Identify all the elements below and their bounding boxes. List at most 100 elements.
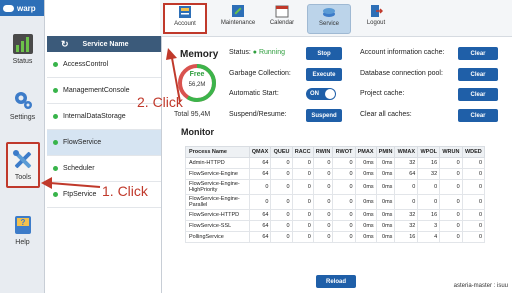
metric-cell: 0ms <box>354 209 377 221</box>
account-cache-label: Account information cache: <box>360 49 445 56</box>
sidebar-item-settings[interactable]: Settings <box>0 80 45 130</box>
table-row: FlowService-HTTPD 64 0 0 0 0 0ms 0ms 32 16 0 0 <box>185 209 486 221</box>
service-item-label: ManagementConsole <box>63 87 130 94</box>
execute-gc-button[interactable]: Execute <box>306 68 342 81</box>
metric-cell: 0 <box>461 179 486 195</box>
metric-cell: 0 <box>270 220 293 232</box>
sidebar-item-help[interactable]: ? Help <box>0 205 45 255</box>
toolbar-label: Logout <box>366 20 386 26</box>
tools-wrench-icon <box>13 150 32 169</box>
service-item-label: AccessControl <box>63 61 109 68</box>
metric-cell: 64 <box>248 209 272 221</box>
monitor-header-row: Process Name QMAX QUEU RACC RWIN RWOT PMAX PMIN… <box>185 146 486 158</box>
reload-button[interactable]: Reload <box>316 275 356 288</box>
metric-cell: 0 <box>270 179 293 195</box>
suspend-button[interactable]: Suspend <box>306 109 342 122</box>
metric-cell: 0ms <box>375 209 396 221</box>
toolbar-calendar-button[interactable]: Calendar <box>260 4 304 34</box>
metric-cell: 0 <box>270 209 293 221</box>
toolbar-service-button[interactable]: Service <box>307 4 351 34</box>
metric-cell: 0ms <box>375 220 396 232</box>
annotation-click2: 2. Click <box>137 94 183 110</box>
stop-button[interactable]: Stop <box>306 47 342 60</box>
metric-cell: 64 <box>248 157 272 169</box>
metric-cell: 0 <box>312 179 334 195</box>
metric-cell: 0ms <box>375 231 396 243</box>
service-item-label: InternalDataStorage <box>63 113 126 120</box>
metric-cell: 0 <box>332 231 356 243</box>
monitor-column-header: WPOL <box>417 146 441 158</box>
monitor-column-header: Process Name <box>185 146 250 158</box>
metric-cell: 0 <box>394 179 419 195</box>
service-item-accesscontrol[interactable]: AccessControl <box>47 52 161 78</box>
service-item-scheduler[interactable]: Scheduler <box>47 156 161 182</box>
metric-cell: 0 <box>312 220 334 232</box>
clear-db-pool-button[interactable]: Clear <box>458 68 498 81</box>
sidebar-item-label: Tools <box>14 174 32 181</box>
metric-cell: 0 <box>439 157 463 169</box>
clear-account-cache-button[interactable]: Clear <box>458 47 498 60</box>
metric-cell: 0 <box>439 220 463 232</box>
metric-cell: 0ms <box>375 157 396 169</box>
metric-cell: 0ms <box>354 194 377 210</box>
status-row: Status: ● Running <box>229 49 286 56</box>
status-dot-icon <box>53 192 58 197</box>
toolbar-label: Maintenance <box>220 20 256 26</box>
footer-server-info: asteria-master : isuu <box>453 283 508 289</box>
metric-cell: 0 <box>291 179 314 195</box>
monitor-column-header: QUEU <box>270 146 293 158</box>
top-toolbar: Account Maintenance Calendar Service Log… <box>160 0 512 37</box>
metric-cell: 0 <box>332 168 356 180</box>
toolbar-logout-button[interactable]: Logout <box>354 4 398 34</box>
metric-cell: 0 <box>461 168 486 180</box>
metric-cell: 0ms <box>354 157 377 169</box>
refresh-icon[interactable]: ↻ <box>61 39 69 50</box>
metric-cell: 0 <box>417 179 441 195</box>
sidebar-item-tools[interactable]: Tools <box>6 142 40 188</box>
toolbar-label: Service <box>318 21 339 27</box>
process-name-cell: FlowService-HTTPD <box>185 209 250 221</box>
metric-cell: 64 <box>248 231 272 243</box>
metric-cell: 0 <box>312 157 334 169</box>
auto-start-toggle[interactable]: ON <box>306 88 336 100</box>
service-item-flowservice[interactable]: FlowService <box>47 130 161 156</box>
metric-cell: 0 <box>291 231 314 243</box>
db-pool-label: Database connection pool: <box>360 70 443 77</box>
metric-cell: 3 <box>417 220 441 232</box>
metric-cell: 0 <box>461 157 486 169</box>
toolbar-account-button[interactable]: Account <box>163 3 207 34</box>
clear-all-caches-button[interactable]: Clear <box>458 109 498 122</box>
sidebar-item-label: Settings <box>9 114 36 121</box>
metric-cell: 16 <box>417 157 441 169</box>
status-dot-icon <box>53 62 58 67</box>
sidebar-item-status[interactable]: Status <box>0 24 45 74</box>
metric-cell: 4 <box>417 231 441 243</box>
help-question-icon: ? <box>14 216 31 234</box>
process-name-cell: PollingService <box>185 231 250 243</box>
svg-text:?: ? <box>20 218 25 227</box>
metric-cell: 0ms <box>375 194 396 210</box>
process-name-cell: Admin-HTTPD <box>185 157 250 169</box>
toolbar-maintenance-button[interactable]: Maintenance <box>216 4 260 34</box>
sidebar-item-label: Help <box>15 239 30 246</box>
table-row: FlowService-Engine 64 0 0 0 0 0ms 0ms 64 32 0 0 <box>185 168 486 180</box>
metric-cell: 0 <box>248 194 272 210</box>
metric-cell: 0 <box>439 194 463 210</box>
logo-text: warp <box>17 3 36 13</box>
monitor-title: Monitor <box>181 127 214 137</box>
service-list-header: ↻ Service Name <box>47 36 161 52</box>
metric-cell: 0ms <box>354 179 377 195</box>
metric-cell: 32 <box>394 157 419 169</box>
metric-cell: 0 <box>461 220 486 232</box>
status-dot-icon <box>53 166 58 171</box>
metric-cell: 0 <box>312 168 334 180</box>
metric-cell: 32 <box>394 220 419 232</box>
table-row: Admin-HTTPD 64 0 0 0 0 0ms 0ms 32 16 0 0 <box>185 157 486 169</box>
table-row: FlowService-Engine- Parallel 0 0 0 0 0 0ms 0ms 0… <box>185 194 486 210</box>
metric-cell: 0 <box>461 194 486 210</box>
toolbar-label: Account <box>174 21 196 27</box>
clear-project-cache-button[interactable]: Clear <box>458 88 498 101</box>
metric-cell: 0 <box>332 157 356 169</box>
table-row: FlowService-Engine- HighPriority 0 0 0 0 0 0ms… <box>185 179 486 195</box>
auto-start-label: Automatic Start: <box>229 90 279 97</box>
